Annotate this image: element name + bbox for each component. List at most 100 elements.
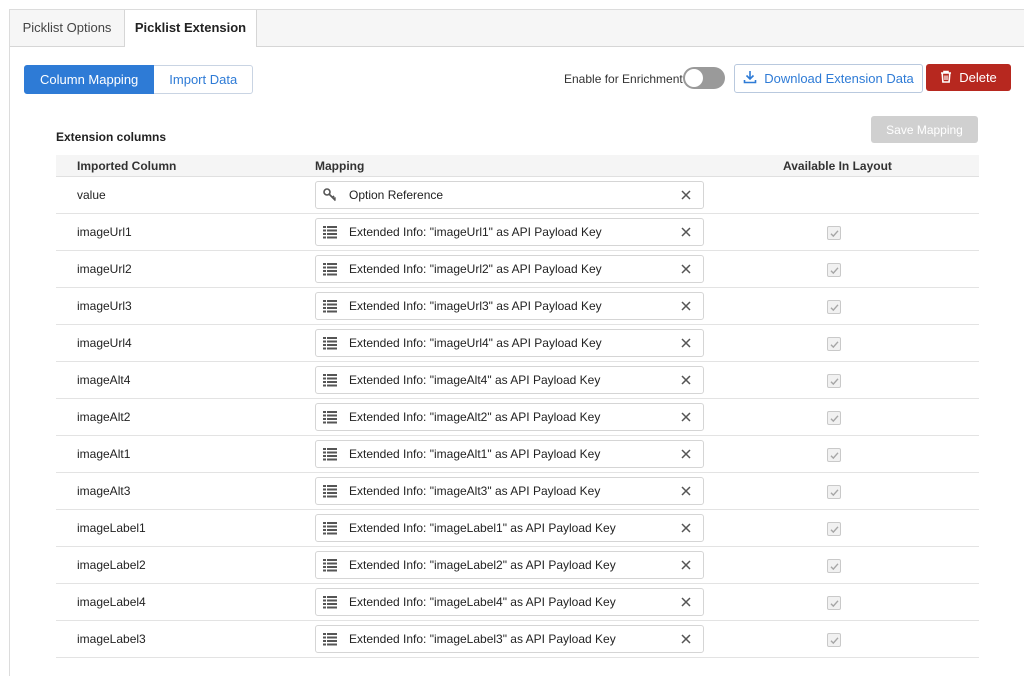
clear-mapping-icon[interactable] — [679, 521, 693, 535]
table-row: imageLabel1 Extended Info: "imageLabel1" … — [56, 510, 979, 547]
mapping-value: Extended Info: "imageUrl3" as API Payloa… — [349, 299, 602, 313]
imported-column-name: imageLabel3 — [77, 632, 146, 646]
download-extension-data-button[interactable]: Download Extension Data — [734, 64, 923, 93]
tab-picklist-options[interactable]: Picklist Options — [10, 10, 124, 46]
import-data-button[interactable]: Import Data — [154, 65, 254, 94]
imported-column-name: imageLabel1 — [77, 521, 146, 535]
available-in-layout-checkbox[interactable] — [827, 337, 841, 351]
key-icon — [322, 187, 338, 203]
available-in-layout-checkbox[interactable] — [827, 522, 841, 536]
enrichment-toggle[interactable] — [683, 67, 725, 89]
table-row: imageAlt4 Extended Info: "imageAlt4" as A… — [56, 362, 979, 399]
available-in-layout-checkbox[interactable] — [827, 559, 841, 573]
delete-label: Delete — [959, 70, 997, 85]
table-row: imageAlt3 Extended Info: "imageAlt3" as A… — [56, 473, 979, 510]
available-in-layout-checkbox[interactable] — [827, 448, 841, 462]
table-list-icon — [322, 409, 338, 425]
clear-mapping-icon[interactable] — [679, 632, 693, 646]
mapping-value: Extended Info: "imageUrl4" as API Payloa… — [349, 336, 602, 350]
mapping-field[interactable]: Extended Info: "imageLabel3" as API Payl… — [315, 625, 704, 653]
mapping-field[interactable]: Extended Info: "imageUrl4" as API Payloa… — [315, 329, 704, 357]
table-row: imageLabel2 Extended Info: "imageLabel2" … — [56, 547, 979, 584]
table-list-icon — [322, 335, 338, 351]
mapping-value: Extended Info: "imageAlt1" as API Payloa… — [349, 447, 601, 461]
clear-mapping-icon[interactable] — [679, 447, 693, 461]
mapping-field[interactable]: Extended Info: "imageAlt2" as API Payloa… — [315, 403, 704, 431]
imported-column-name: imageUrl1 — [77, 225, 132, 239]
table-row: imageLabel3 Extended Info: "imageLabel3" … — [56, 621, 979, 658]
table-list-icon — [322, 483, 338, 499]
mapping-value: Extended Info: "imageLabel2" as API Payl… — [349, 558, 616, 572]
imported-column-name: imageUrl3 — [77, 299, 132, 313]
mapping-field[interactable]: Extended Info: "imageUrl3" as API Payloa… — [315, 292, 704, 320]
available-in-layout-checkbox[interactable] — [827, 263, 841, 277]
table-list-icon — [322, 446, 338, 462]
imported-column-name: imageAlt2 — [77, 410, 131, 424]
tab-picklist-extension[interactable]: Picklist Extension — [124, 10, 257, 47]
imported-column-name: imageAlt3 — [77, 484, 131, 498]
available-in-layout-checkbox[interactable] — [827, 633, 841, 647]
download-icon — [743, 70, 757, 87]
clear-mapping-icon[interactable] — [679, 484, 693, 498]
imported-column-name: imageUrl4 — [77, 336, 132, 350]
download-label: Download Extension Data — [764, 71, 914, 86]
clear-mapping-icon[interactable] — [679, 336, 693, 350]
imported-column-name: imageAlt1 — [77, 447, 131, 461]
mapping-field[interactable]: Option Reference — [315, 181, 704, 209]
mapping-field[interactable]: Extended Info: "imageAlt3" as API Payloa… — [315, 477, 704, 505]
table-row: imageAlt1 Extended Info: "imageAlt1" as A… — [56, 436, 979, 473]
mapping-value: Extended Info: "imageLabel1" as API Payl… — [349, 521, 616, 535]
available-in-layout-checkbox[interactable] — [827, 226, 841, 240]
table-list-icon — [322, 520, 338, 536]
clear-mapping-icon[interactable] — [679, 225, 693, 239]
delete-button[interactable]: Delete — [926, 64, 1011, 91]
mapping-value: Extended Info: "imageAlt3" as API Payloa… — [349, 484, 601, 498]
clear-mapping-icon[interactable] — [679, 299, 693, 313]
clear-mapping-icon[interactable] — [679, 373, 693, 387]
enrichment-label: Enable for Enrichment — [564, 72, 683, 86]
mapping-value: Extended Info: "imageLabel3" as API Payl… — [349, 632, 616, 646]
available-in-layout-checkbox[interactable] — [827, 485, 841, 499]
table-row: imageUrl3 Extended Info: "imageUrl3" as A… — [56, 288, 979, 325]
mapping-value: Extended Info: "imageUrl1" as API Payloa… — [349, 225, 602, 239]
mapping-field[interactable]: Extended Info: "imageLabel4" as API Payl… — [315, 588, 704, 616]
table-list-icon — [322, 298, 338, 314]
available-in-layout-checkbox[interactable] — [827, 300, 841, 314]
table-row: imageUrl2 Extended Info: "imageUrl2" as A… — [56, 251, 979, 288]
tab-bar: Picklist Options Picklist Extension — [10, 10, 1024, 47]
imported-column-name: value — [77, 188, 106, 202]
clear-mapping-icon[interactable] — [679, 262, 693, 276]
mapping-value: Extended Info: "imageLabel4" as API Payl… — [349, 595, 616, 609]
header-mapping: Mapping — [315, 159, 365, 173]
mapping-field[interactable]: Extended Info: "imageLabel1" as API Payl… — [315, 514, 704, 542]
mapping-field[interactable]: Extended Info: "imageAlt1" as API Payloa… — [315, 440, 704, 468]
header-imported-column: Imported Column — [77, 159, 177, 173]
table-list-icon — [322, 224, 338, 240]
mapping-field[interactable]: Extended Info: "imageLabel2" as API Payl… — [315, 551, 704, 579]
available-in-layout-checkbox[interactable] — [827, 374, 841, 388]
table-header: Imported Column Mapping Available In Lay… — [56, 155, 979, 177]
imported-column-name: imageUrl2 — [77, 262, 132, 276]
extension-columns-table: Imported Column Mapping Available In Lay… — [56, 155, 979, 658]
save-mapping-button[interactable]: Save Mapping — [871, 116, 978, 143]
table-list-icon — [322, 261, 338, 277]
available-in-layout-checkbox[interactable] — [827, 596, 841, 610]
table-row: imageAlt2 Extended Info: "imageAlt2" as A… — [56, 399, 979, 436]
imported-column-name: imageLabel2 — [77, 558, 146, 572]
mapping-field[interactable]: Extended Info: "imageUrl2" as API Payloa… — [315, 255, 704, 283]
clear-mapping-icon[interactable] — [679, 410, 693, 424]
clear-mapping-icon[interactable] — [679, 595, 693, 609]
table-list-icon — [322, 594, 338, 610]
mapping-field[interactable]: Extended Info: "imageAlt4" as API Payloa… — [315, 366, 704, 394]
table-list-icon — [322, 557, 338, 573]
column-mapping-button[interactable]: Column Mapping — [24, 65, 155, 94]
table-row: imageLabel4 Extended Info: "imageLabel4" … — [56, 584, 979, 621]
toggle-knob — [685, 69, 703, 87]
trash-icon — [940, 70, 952, 86]
clear-mapping-icon[interactable] — [679, 558, 693, 572]
mapping-value: Extended Info: "imageAlt2" as API Payloa… — [349, 410, 601, 424]
clear-mapping-icon[interactable] — [679, 188, 693, 202]
available-in-layout-checkbox[interactable] — [827, 411, 841, 425]
table-row: imageUrl4 Extended Info: "imageUrl4" as A… — [56, 325, 979, 362]
mapping-field[interactable]: Extended Info: "imageUrl1" as API Payloa… — [315, 218, 704, 246]
